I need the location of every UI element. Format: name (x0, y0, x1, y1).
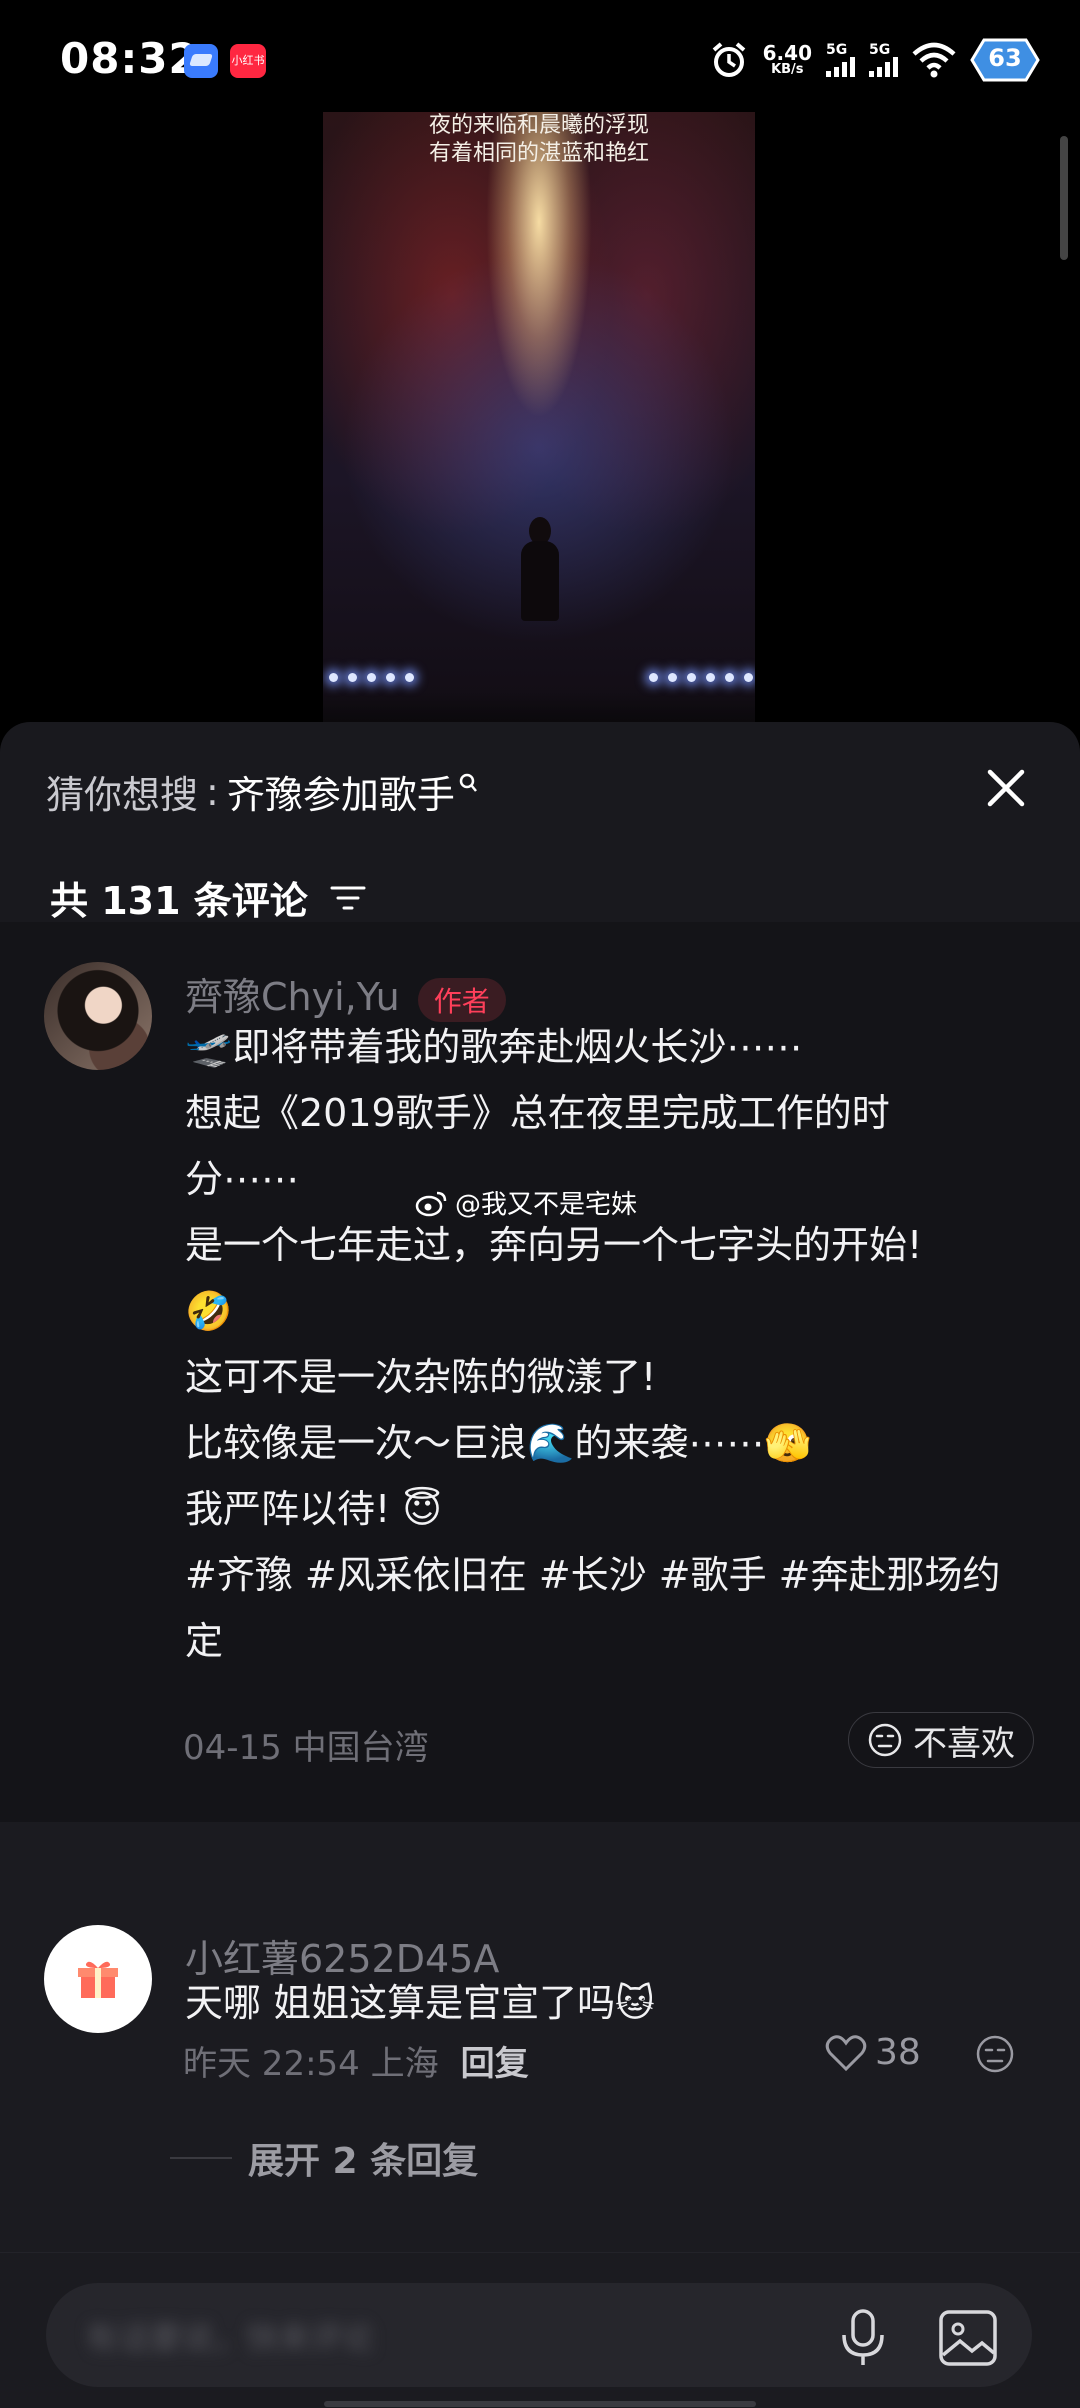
neutral-face-icon (868, 1723, 902, 1757)
dislike-face-icon[interactable] (975, 2034, 1015, 2074)
comment-input-bar: 有话要说，快来评论 (0, 2252, 1080, 2408)
microphone-icon[interactable] (840, 2309, 886, 2367)
comment-list: 齊豫Chyi,Yu 作者 🛫即将带着我的歌奔赴烟火长沙⋯⋯ 想起《2019歌手》总… (0, 922, 1080, 2408)
comment-meta: 04-15 中国台湾 (183, 1728, 429, 1768)
comments-count: 共 131 条评论 (50, 879, 308, 923)
status-bar: 08:32 小红书 6.40 KB/s 5G 5G 63 (0, 0, 1080, 110)
comment-input-placeholder: 有话要说，快来评论 (86, 2319, 375, 2357)
close-icon[interactable] (982, 764, 1030, 812)
like-count: 38 (875, 2032, 921, 2073)
battery-indicator: 63 (970, 36, 1040, 84)
reply-button[interactable]: 回复 (461, 2044, 529, 2084)
stage (323, 692, 755, 722)
image-icon[interactable] (938, 2309, 998, 2367)
video-caption: 夜的来临和晨曦的浮现 有着相同的湛蓝和艳红 (428, 113, 649, 166)
expand-replies-button[interactable]: 展开 2 条回复 (170, 2132, 478, 2184)
heart-icon (825, 2034, 867, 2071)
search-suggestion-prefix: 猜你想搜 (46, 773, 199, 817)
xiaohongshu-notification-icon: 小红书 (230, 44, 266, 78)
comment-meta: 昨天 22:54 上海 回复 (183, 2044, 529, 2084)
search-suggestion[interactable]: 猜你想搜 : 齐豫参加歌手 (46, 764, 479, 819)
weibo-watermark: @我又不是宅妹 (415, 1184, 637, 1221)
signal-strength-2: 5G (869, 43, 898, 77)
comment-text: 天哪 姐姐这算是官宣了吗🐱 (185, 1981, 655, 2025)
network-speed: 6.40 KB/s (762, 41, 812, 77)
avatar[interactable] (44, 1925, 152, 2033)
weibo-logo-icon (415, 1191, 447, 1216)
comment-sheet: 猜你想搜 : 齐豫参加歌手 共 131 条评论 齊豫Chyi,Yu 作者 🛫即将带… (0, 722, 1080, 2408)
status-time: 08:32 (60, 34, 199, 83)
video-preview[interactable]: 夜的来临和晨曦的浮现 有着相同的湛蓝和艳红 (323, 112, 755, 722)
home-indicator[interactable] (324, 2401, 756, 2407)
stage-lights-left (329, 673, 414, 682)
like-button[interactable]: 38 (825, 2032, 921, 2073)
alarm-icon (712, 42, 745, 77)
status-indicators: 6.40 KB/s 5G 5G 63 (709, 30, 1040, 90)
gift-icon (78, 1961, 118, 1998)
search-icon (459, 773, 477, 792)
search-suggestion-separator: : (206, 769, 219, 814)
author-comment[interactable]: 齊豫Chyi,Yu 作者 🛫即将带着我的歌奔赴烟火长沙⋯⋯ 想起《2019歌手》总… (0, 922, 1080, 1822)
search-suggestion-query[interactable]: 齐豫参加歌手 (227, 764, 455, 819)
comment-text: 🛫即将带着我的歌奔赴烟火长沙⋯⋯ 想起《2019歌手》总在夜里完成工作的时 分⋯… (185, 1025, 1001, 1663)
scrollbar[interactable] (1060, 136, 1068, 260)
stage-lights-right (649, 673, 753, 682)
notification-app-icon (184, 44, 218, 78)
comments-count-row: 共 131 条评论 (50, 870, 366, 925)
avatar[interactable] (44, 962, 152, 1070)
wifi-icon (912, 42, 956, 78)
sort-filter-icon[interactable] (330, 883, 366, 913)
signal-strength-1: 5G (826, 43, 855, 77)
singer-silhouette (519, 517, 559, 621)
dislike-button[interactable]: 不喜欢 (848, 1712, 1034, 1768)
